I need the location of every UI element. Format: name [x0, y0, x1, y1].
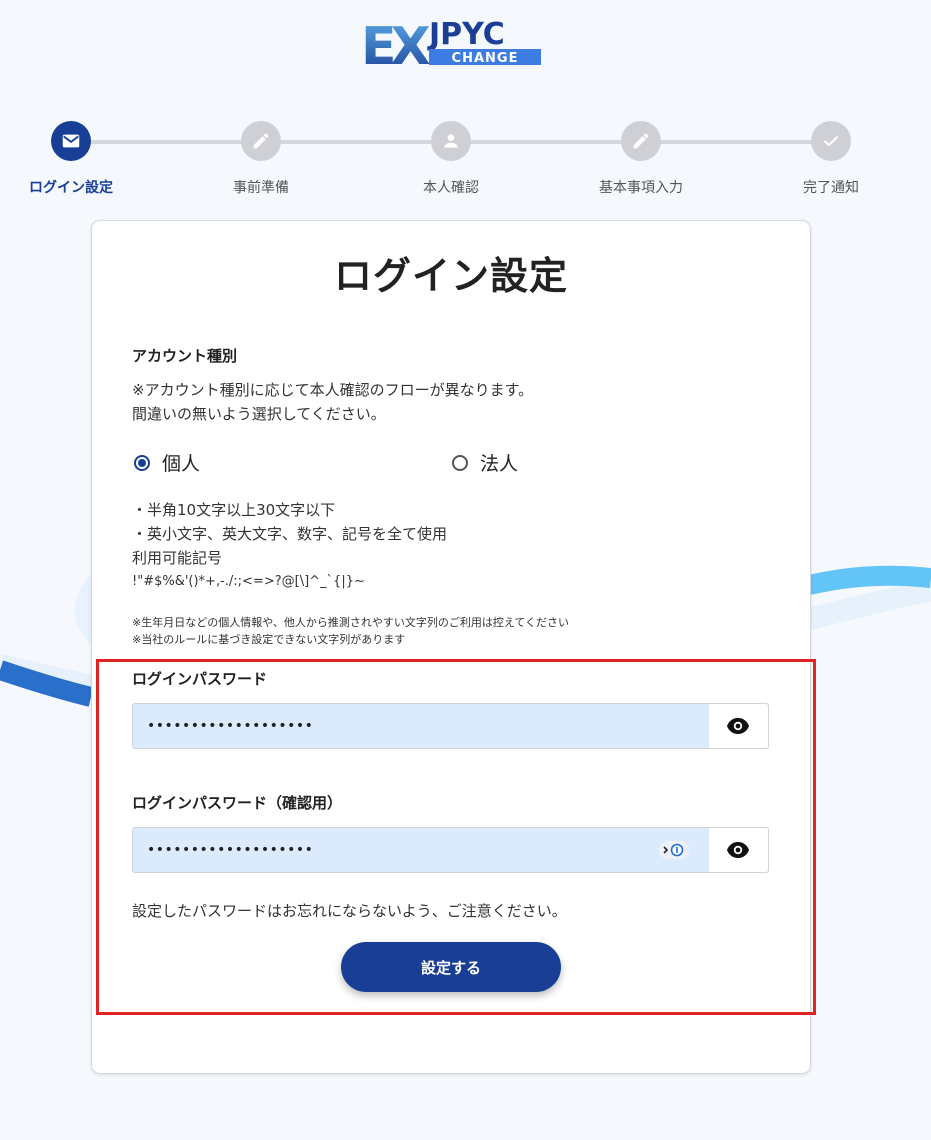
rule-length: ・半角10文字以上30文字以下 [132, 501, 336, 519]
eye-icon [727, 718, 749, 734]
radio-circle [452, 454, 468, 471]
pencil-icon [253, 133, 269, 149]
show-password-confirm-toggle[interactable] [726, 840, 750, 860]
step-label: ログイン設定 [29, 180, 113, 196]
person-icon [444, 134, 458, 148]
step-preparation: 事前準備 [181, 118, 341, 197]
password-confirm-input[interactable] [133, 828, 709, 872]
step-identity-verification: 本人確認 [371, 118, 531, 197]
password-input[interactable] [133, 704, 709, 748]
step-label: 本人確認 [423, 180, 479, 196]
eye-icon [727, 842, 749, 858]
step-label: 基本事項入力 [599, 180, 683, 196]
account-type-note-line1: ※アカウント種別に応じて本人確認のフローが異なります。 [132, 381, 534, 399]
account-type-label: アカウント種別 [132, 347, 238, 365]
account-type-note-line2: 間違いの無いよう選択してください。 [132, 405, 386, 423]
caution-personal-info: ※生年月日などの個人情報や、他人から推測されやすい文字列のご利用は控えてください [132, 616, 570, 629]
password-label: ログインパスワード [132, 670, 268, 688]
password-reminder: 設定したパスワードはお忘れにならないよう、ご注意ください。 [132, 902, 567, 920]
password-field [132, 703, 769, 749]
progress-stepper: ログイン設定 事前準備 本人確認 基本事項入力 完了通知 [0, 118, 931, 208]
svg-text:EX: EX [361, 17, 431, 68]
password-manager-icon[interactable] [659, 841, 689, 859]
step-label: 完了通知 [803, 180, 859, 196]
pencil-icon [633, 133, 649, 149]
radio-dot [138, 458, 146, 467]
radio-corporate[interactable]: 法人 [452, 449, 518, 476]
rule-characters: ・英小文字、英大文字、数字、記号を全て使用 [132, 525, 448, 543]
step-login-settings: ログイン設定 [0, 118, 151, 197]
mail-icon [62, 134, 80, 148]
radio-corporate-label: 法人 [480, 453, 519, 475]
svg-text:CHANGE: CHANGE [452, 51, 519, 66]
symbols-label: 利用可能記号 [132, 549, 223, 567]
step-circle [811, 121, 851, 161]
show-password-toggle[interactable] [726, 716, 750, 736]
exjpyc-logo: EX JPYC CHANGE [361, 17, 541, 68]
allowed-symbols: !"#$%&'()*+,-./:;<=>?@[\]^_`{|}~ [132, 574, 365, 589]
step-completion: 完了通知 [751, 118, 911, 197]
radio-individual[interactable]: 個人 [134, 449, 200, 476]
step-circle [621, 121, 661, 161]
radio-individual-label: 個人 [162, 453, 201, 475]
step-label: 事前準備 [233, 180, 289, 196]
password-confirm-field [132, 827, 769, 873]
account-type-radio-group: 個人 法人 [132, 449, 772, 479]
svg-text:JPYC: JPYC [427, 17, 505, 52]
step-circle [51, 121, 91, 161]
check-icon [824, 136, 838, 147]
submit-button[interactable]: 設定する [341, 942, 561, 992]
radio-circle [134, 454, 150, 471]
step-basic-info: 基本事項入力 [561, 118, 721, 197]
step-circle [241, 121, 281, 161]
password-manager-badge-icon [663, 843, 684, 857]
page-title: ログイン設定 [333, 254, 568, 298]
login-settings-card: ログイン設定 アカウント種別 ※アカウント種別に応じて本人確認のフローが異なりま… [91, 220, 811, 1074]
step-circle [431, 121, 471, 161]
caution-disallowed-strings: ※当社のルールに基づき設定できない文字列があります [132, 633, 406, 646]
password-confirm-label: ログインパスワード（確認用） [132, 794, 343, 812]
